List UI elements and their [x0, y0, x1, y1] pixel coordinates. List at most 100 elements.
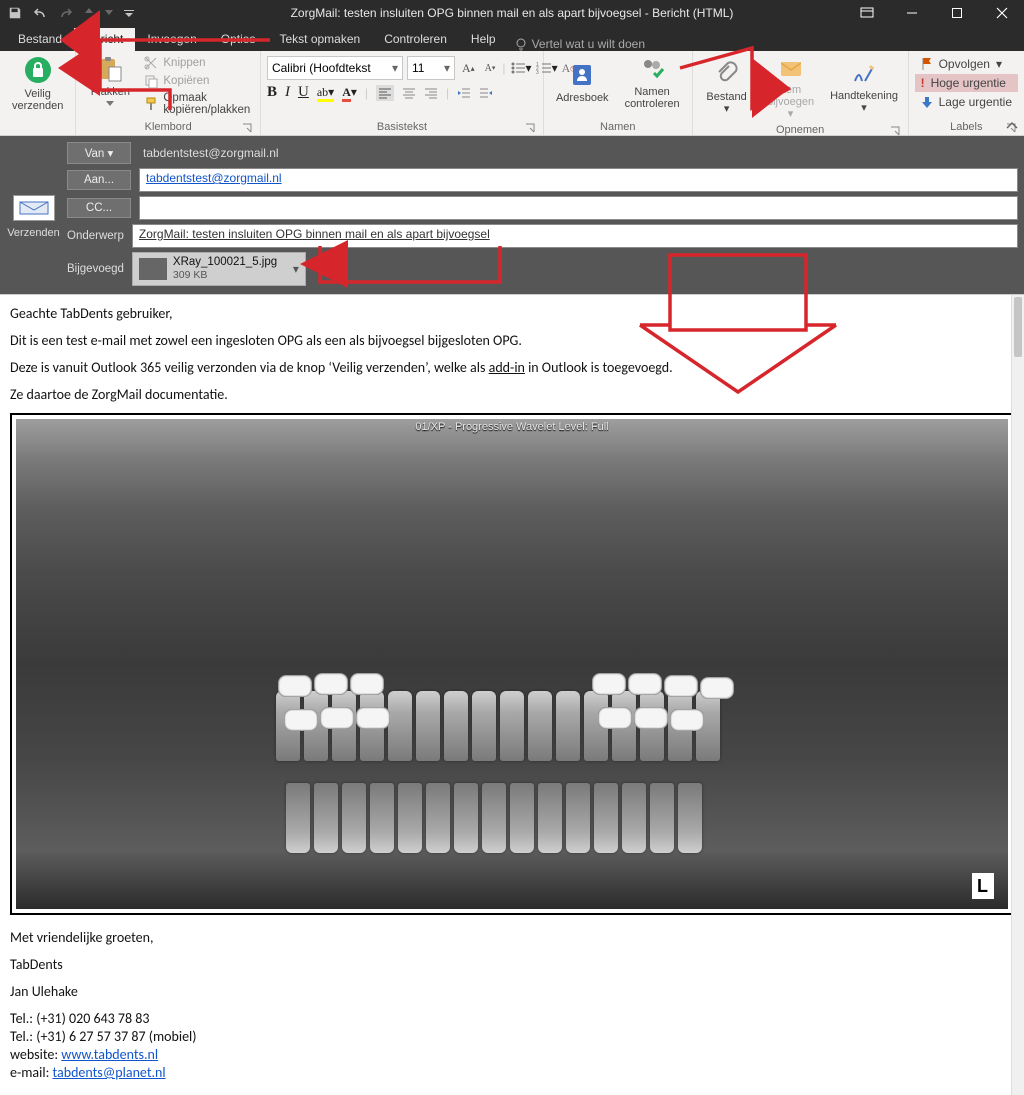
close-button[interactable] [979, 0, 1024, 26]
qat-customize-icon[interactable] [124, 8, 134, 18]
van-button[interactable]: Van ▾ [67, 142, 131, 164]
high-importance-icon: ! [921, 76, 925, 90]
knippen-label: Knippen [163, 57, 205, 69]
tab-invoegen[interactable]: Invoegen [135, 28, 208, 51]
aan-button[interactable]: Aan... [67, 170, 131, 190]
namen-controleren-button[interactable]: Namencontroleren [619, 53, 686, 112]
minimize-button[interactable] [889, 0, 934, 26]
title-bar: ZorgMail: testen insluiten OPG binnen ma… [0, 0, 1024, 26]
onderwerp-input[interactable]: ZorgMail: testen insluiten OPG binnen ma… [132, 224, 1018, 248]
attach-item-icon [778, 55, 804, 81]
up-icon[interactable] [84, 8, 94, 18]
klembord-group-label: Klembord [145, 121, 192, 133]
scissors-icon [144, 56, 158, 70]
tab-opties[interactable]: Opties [209, 28, 268, 51]
lage-urgentie-button[interactable]: Lage urgentie [915, 93, 1018, 111]
save-icon[interactable] [8, 6, 22, 20]
down-icon[interactable] [104, 8, 114, 18]
ribbon-tabs: Bestand Bericht Invoegen Opties Tekst op… [0, 26, 1024, 51]
ribbon-display-icon[interactable] [844, 0, 889, 26]
knippen-button: Knippen [142, 55, 254, 71]
collapse-ribbon-icon[interactable] [1006, 121, 1018, 131]
paragraph-2: Deze is vanuit Outlook 365 veilig verzon… [10, 359, 1014, 376]
opnemen-group-label: Opnemen [776, 124, 824, 136]
tab-help[interactable]: Help [459, 28, 508, 51]
attachment-chip[interactable]: XRay_100021_5.jpg 309 KB ▾ [132, 252, 306, 286]
outdent-icon[interactable] [457, 87, 471, 99]
font-family-input[interactable] [268, 57, 388, 79]
font-color-icon[interactable]: A▾ [342, 85, 357, 100]
scrollbar[interactable] [1011, 295, 1024, 1095]
verzenden-label: Verzenden [7, 227, 60, 239]
veilig-line2: verzenden [12, 100, 63, 112]
check-names-icon [638, 55, 666, 83]
bestand-bijvoegen-button[interactable]: Bestand▾ [699, 58, 755, 117]
chevron-down-icon[interactable]: ▾ [293, 262, 299, 276]
tab-bestand[interactable]: Bestand [6, 28, 74, 51]
font-size-combo[interactable]: ▾ [407, 56, 455, 80]
attachment-thumbnail-icon [139, 258, 167, 280]
mail-body[interactable]: Geachte TabDents gebruiker, Dit is een t… [0, 294, 1024, 1095]
tab-bericht[interactable]: Bericht [74, 28, 135, 51]
maximize-button[interactable] [934, 0, 979, 26]
ribbon: Veiligverzenden Plakken Knippen Kopiëren… [0, 51, 1024, 136]
copy-icon [144, 74, 158, 88]
xray-title: 01/XP - Progressive Wavelet Level: Full [415, 421, 608, 433]
undo-icon[interactable] [32, 6, 48, 20]
onderwerp-label: Onderwerp [67, 230, 124, 242]
align-center-icon[interactable] [402, 87, 416, 99]
flag-icon [921, 57, 933, 71]
dialog-launcher-icon[interactable] [525, 123, 535, 133]
dialog-launcher-icon[interactable] [890, 126, 900, 136]
namen-line1: Namen [634, 86, 669, 98]
greeting: Geachte TabDents gebruiker, [10, 305, 1014, 322]
chevron-down-icon [106, 101, 114, 106]
website-link[interactable]: www.tabdents.nl [61, 1046, 158, 1063]
font-family-combo[interactable]: ▾ [267, 56, 403, 80]
scrollbar-thumb[interactable] [1014, 297, 1022, 357]
chevron-down-icon[interactable]: ▾ [388, 57, 402, 79]
veilig-line1: Veilig [25, 88, 51, 100]
cc-input[interactable] [139, 196, 1018, 220]
aan-input[interactable]: tabdentstest@zorgmail.nl [139, 168, 1018, 192]
align-right-icon[interactable] [424, 87, 438, 99]
redo-icon[interactable] [58, 6, 74, 20]
svg-text:3: 3 [536, 70, 539, 75]
tab-tekstopmaken[interactable]: Tekst opmaken [267, 28, 372, 51]
bullets-icon[interactable]: ▾ [510, 61, 532, 75]
opmaak-button[interactable]: Opmaak kopiëren/plakken [142, 91, 254, 117]
send-icon [13, 195, 55, 221]
tell-me[interactable]: Vertel wat u wilt doen [514, 37, 645, 51]
svg-text:L: L [977, 876, 988, 896]
attachment-name: XRay_100021_5.jpg [173, 256, 277, 269]
item-line2: bijvoegen [767, 96, 814, 108]
font-size-input[interactable] [408, 57, 440, 79]
underline-icon[interactable]: U [298, 84, 309, 101]
tab-controleren[interactable]: Controleren [372, 28, 459, 51]
cc-button[interactable]: CC... [67, 198, 131, 218]
hoge-urgentie-button[interactable]: ! Hoge urgentie [915, 74, 1018, 92]
handtekening-button[interactable]: Handtekening▾ [826, 59, 901, 116]
shrink-font-icon[interactable]: A▾ [482, 63, 499, 74]
align-left-icon[interactable] [376, 85, 394, 101]
adresboek-button[interactable]: Adresboek [550, 59, 615, 106]
hoge-label: Hoge urgentie [931, 76, 1006, 90]
item-bijvoegen-button[interactable]: Itembijvoegen ▾ [759, 53, 823, 122]
grow-font-icon[interactable]: A▴ [459, 61, 478, 76]
indent-icon[interactable] [479, 87, 493, 99]
send-area[interactable]: Verzenden [6, 142, 61, 286]
signature-name: Jan Ulehake [10, 983, 1014, 1000]
dialog-launcher-icon[interactable] [242, 123, 252, 133]
bestand-label: Bestand [706, 91, 746, 103]
veilig-verzenden-button[interactable]: Veiligverzenden [6, 53, 69, 114]
italic-icon[interactable]: I [285, 84, 290, 101]
highlight-icon[interactable]: ab▾ [317, 85, 334, 100]
plakken-button[interactable]: Plakken [82, 53, 138, 108]
labels-group-label: Labels [950, 121, 982, 133]
bold-icon[interactable]: B [267, 84, 277, 101]
chevron-down-icon[interactable]: ▾ [440, 57, 454, 79]
opvolgen-button[interactable]: Opvolgen ▾ [915, 55, 1018, 73]
signature-icon [851, 61, 877, 87]
basistekst-group-label: Basistekst [377, 121, 427, 133]
opvolgen-label: Opvolgen [939, 57, 990, 71]
